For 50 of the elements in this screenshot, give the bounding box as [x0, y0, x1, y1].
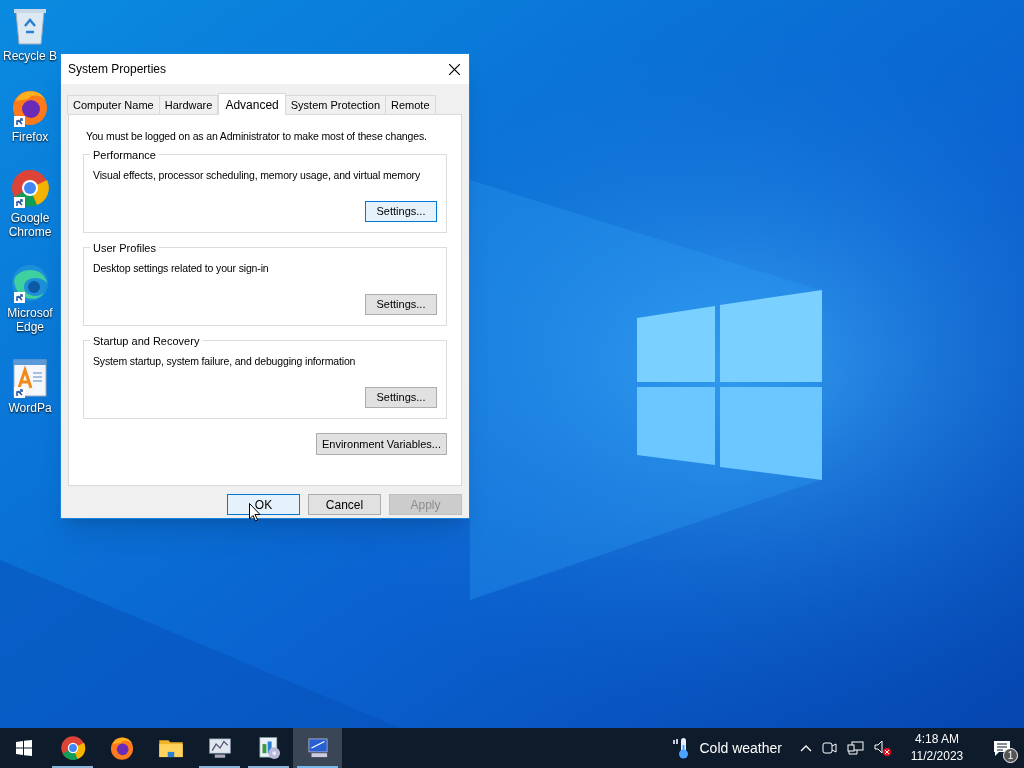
tab[interactable]: Advanced: [218, 93, 286, 115]
camera-icon[interactable]: [822, 740, 837, 756]
settings-button[interactable]: Settings...: [365, 201, 437, 222]
tab[interactable]: Hardware: [158, 95, 219, 114]
chrome-icon: [10, 168, 50, 208]
notification-button[interactable]: 1: [980, 728, 1024, 768]
desktop-shortcut[interactable]: Microsof Edge: [1, 263, 59, 334]
tab[interactable]: Remote: [385, 95, 436, 114]
chevron-up-icon[interactable]: [800, 744, 812, 752]
shortcut-arrow-icon: [14, 116, 25, 127]
shortcut-label: Recycle B: [2, 49, 58, 63]
shortcut-label: WordPa: [7, 401, 53, 415]
chrome-icon: [59, 735, 86, 761]
shortcut-arrow-icon: [14, 197, 25, 208]
edge-icon: [10, 263, 50, 303]
desktop-shortcut[interactable]: Recycle B: [1, 6, 59, 63]
notification-count-badge: 1: [1003, 748, 1018, 763]
clock[interactable]: 4:18 AM 11/2/2023: [904, 731, 970, 765]
firefox-icon: [108, 735, 135, 761]
document-icon: [10, 358, 50, 398]
close-icon: [448, 63, 460, 75]
shortcut-arrow-icon: [14, 387, 25, 398]
settings-button[interactable]: Settings...: [365, 294, 437, 315]
windows-icon: [16, 740, 32, 756]
notice-text: You must be logged on as an Administrator to make most of these changes.: [85, 129, 427, 143]
window-title: System Properties: [68, 61, 167, 78]
shortcut-label: Firefox: [10, 130, 50, 144]
shortcut-label: Google Chrome: [7, 211, 53, 239]
tab[interactable]: System Protection: [284, 95, 387, 114]
time-text: 4:18 AM: [915, 731, 959, 748]
group-description: System startup, system failure, and debugging information: [93, 354, 356, 368]
tab[interactable]: Computer Name: [67, 95, 160, 114]
desktop-shortcut[interactable]: Firefox: [1, 87, 59, 144]
speaker-muted-icon[interactable]: [874, 740, 892, 756]
ok-button[interactable]: OK: [227, 494, 300, 515]
network-icon[interactable]: [847, 740, 864, 756]
desktop-shortcut[interactable]: WordPa: [1, 358, 59, 415]
taskbar-app-button[interactable]: [293, 728, 342, 768]
shortcut-arrow-icon: [14, 292, 25, 303]
cancel-button[interactable]: Cancel: [308, 494, 381, 515]
weather-text: Cold weather: [699, 738, 782, 758]
date-text: 11/2/2023: [910, 748, 964, 765]
group-description: Desktop settings related to your sign-in: [93, 261, 269, 275]
settings-button[interactable]: Settings...: [365, 387, 437, 408]
weather-widget[interactable]: Cold weather: [667, 728, 786, 768]
environment-variables-button[interactable]: Environment Variables...: [315, 433, 447, 455]
desktop-shortcut[interactable]: Google Chrome: [1, 168, 59, 239]
group-description: Visual effects, processor scheduling, memory usage, and virtual memory: [93, 168, 421, 182]
shortcut-label: Microsof Edge: [6, 306, 54, 334]
chart-monitor-icon: [206, 735, 233, 761]
